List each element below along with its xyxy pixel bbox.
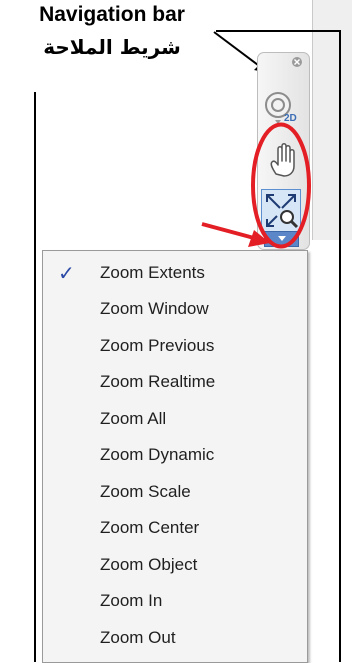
menu-item-label: Zoom Realtime (100, 372, 216, 391)
menu-item-label: Zoom Dynamic (100, 445, 215, 464)
menu-item-zoom-window[interactable]: Zoom Window (43, 293, 307, 324)
red-arrow-icon (201, 222, 270, 247)
menu-item-zoom-in[interactable]: Zoom In (43, 585, 307, 616)
menu-item-label: Zoom Center (100, 518, 200, 537)
menu-item-zoom-dynamic[interactable]: Zoom Dynamic (43, 439, 307, 470)
menu-item-zoom-extents[interactable]: ✓ Zoom Extents (43, 257, 307, 288)
menu-item-label: Zoom Object (100, 555, 198, 574)
frame-left-line (34, 92, 36, 662)
check-icon: ✓ (58, 263, 75, 285)
menu-item-label: Zoom In (100, 591, 163, 610)
frame-right-line (339, 30, 341, 662)
workspace-area (312, 0, 352, 240)
menu-item-zoom-realtime[interactable]: Zoom Realtime (43, 366, 307, 397)
menu-item-label: Zoom Scale (100, 482, 191, 501)
zoom-dropdown-menu: ✓ Zoom Extents Zoom Window Zoom Previous… (42, 250, 308, 663)
annotation-title-arabic: شريط الملاحة (43, 35, 181, 59)
menu-item-zoom-scale[interactable]: Zoom Scale (43, 476, 307, 507)
annotation-title-english: Navigation bar (39, 3, 185, 26)
menu-item-zoom-all[interactable]: Zoom All (43, 403, 307, 434)
menu-item-label: Zoom Out (100, 628, 176, 647)
menu-item-zoom-previous[interactable]: Zoom Previous (43, 330, 307, 361)
close-icon[interactable] (291, 56, 303, 68)
menu-item-zoom-object[interactable]: Zoom Object (43, 549, 307, 580)
menu-item-label: Zoom Extents (100, 263, 205, 282)
menu-item-label: Zoom Window (100, 299, 209, 318)
workspace-divider (312, 0, 313, 240)
menu-item-zoom-center[interactable]: Zoom Center (43, 512, 307, 543)
menu-item-label: Zoom All (100, 409, 167, 428)
menu-item-label: Zoom Previous (100, 336, 215, 355)
menu-item-zoom-out[interactable]: Zoom Out (43, 622, 307, 653)
